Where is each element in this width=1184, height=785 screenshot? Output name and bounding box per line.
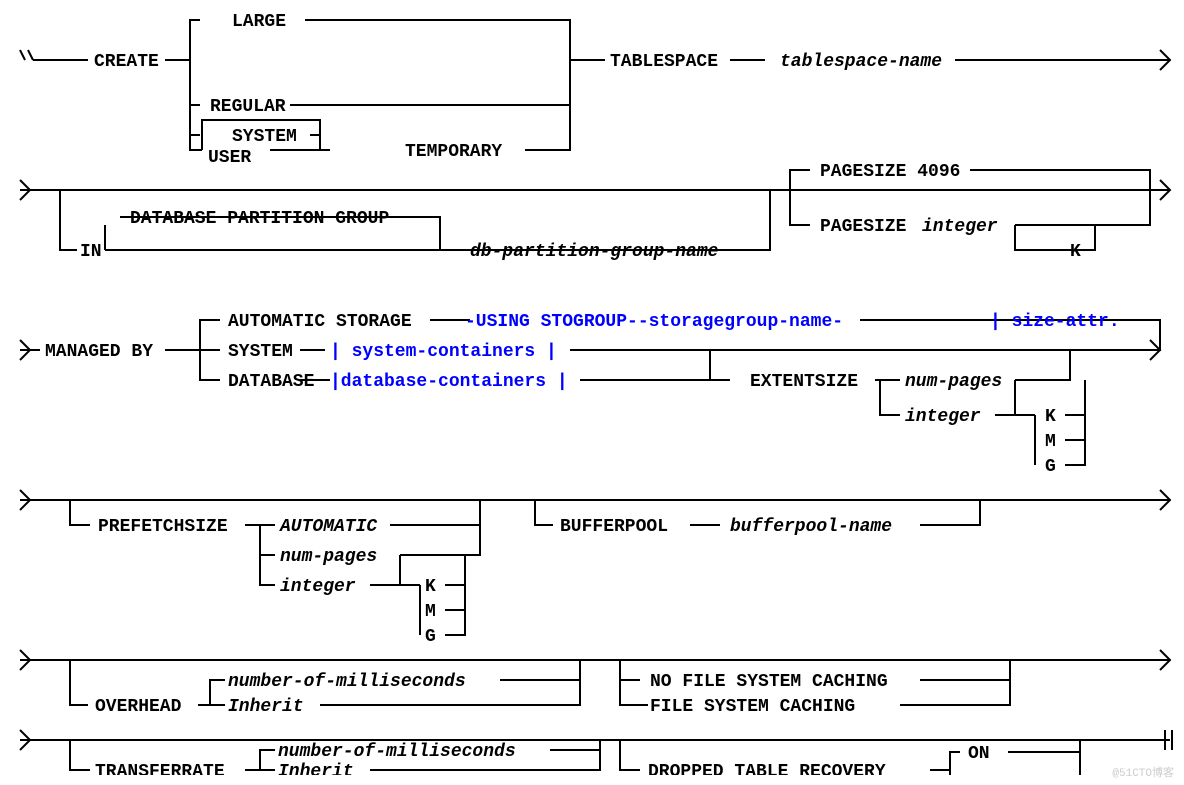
kw-on: ON [968, 744, 990, 764]
var-inherit-1: Inherit [228, 697, 304, 717]
var-integer-2: integer [905, 407, 981, 427]
kw-system: SYSTEM [232, 127, 297, 147]
kw-in: IN [80, 242, 102, 262]
var-number-ms-2: number-of-milliseconds [278, 742, 516, 762]
kw-extentsize: EXTENTSIZE [750, 372, 858, 392]
kw-large: LARGE [232, 12, 286, 32]
watermark: @51CTO博客 [1112, 764, 1174, 780]
var-db-containers: |database-containers | [330, 372, 568, 392]
kw-prefetchsize: PREFETCHSIZE [98, 517, 228, 537]
var-using-stogroup: -USING STOGROUP--storagegroup-name- [465, 312, 843, 332]
var-sys-containers: | system-containers | [330, 342, 557, 362]
kw-system-opt: SYSTEM [228, 342, 293, 362]
kw-bufferpool: BUFFERPOOL [560, 517, 668, 537]
kw-auto-storage: AUTOMATIC STORAGE [228, 312, 412, 332]
kw-user: USER [208, 148, 251, 168]
kw-transferrate: TRANSFERRATE [95, 762, 225, 775]
kw-pagesize-4096: PAGESIZE 4096 [820, 162, 960, 182]
var-inherit-2: Inherit [278, 762, 354, 775]
var-number-ms-1: number-of-milliseconds [228, 672, 466, 692]
var-size-attr: | size-attr. [990, 312, 1120, 332]
var-integer-3: integer [280, 577, 356, 597]
kw-temporary: TEMPORARY [405, 142, 502, 162]
kw-overhead: OVERHEAD [95, 697, 182, 717]
kw-managed-by: MANAGED BY [45, 342, 153, 362]
unit-k-1: K [1070, 242, 1081, 262]
unit-k-2: K [1045, 407, 1056, 427]
var-num-pages-1: num-pages [905, 372, 1002, 392]
var-integer-1: integer [922, 217, 998, 237]
kw-no-fs-cache: NO FILE SYSTEM CACHING [650, 672, 888, 692]
var-bufferpool-name: bufferpool-name [730, 517, 892, 537]
var-tablespace-name: tablespace-name [780, 52, 942, 72]
unit-g-1: G [1045, 457, 1056, 477]
kw-fs-cache: FILE SYSTEM CACHING [650, 697, 855, 717]
syntax-diagram: CREATE LARGE REGULAR SYSTEM USER TEMPORA… [10, 10, 1174, 775]
unit-m-2: M [425, 602, 436, 622]
kw-tablespace: TABLESPACE [610, 52, 718, 72]
kw-regular: REGULAR [210, 97, 286, 117]
unit-k-3: K [425, 577, 436, 597]
var-dbpg-name: db-partition-group-name [470, 242, 719, 262]
kw-pagesize: PAGESIZE [820, 217, 907, 237]
unit-g-2: G [425, 627, 436, 647]
kw-dbpg: DATABASE PARTITION GROUP [130, 209, 389, 229]
var-automatic: AUTOMATIC [279, 517, 377, 537]
var-num-pages-2: num-pages [280, 547, 377, 567]
kw-create: CREATE [94, 52, 159, 72]
kw-dropped-table: DROPPED TABLE RECOVERY [648, 762, 886, 775]
unit-m-1: M [1045, 432, 1056, 452]
kw-database-opt: DATABASE [228, 372, 315, 392]
